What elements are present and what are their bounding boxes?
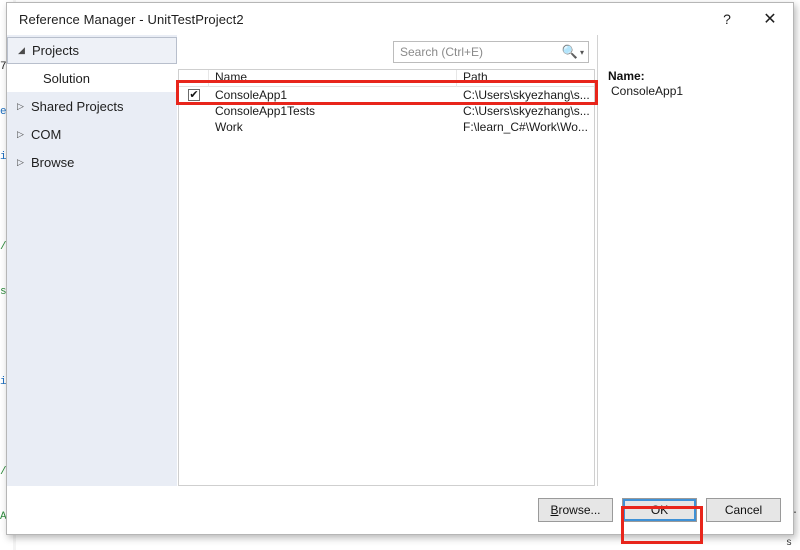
sidebar-item-label: Shared Projects <box>31 98 124 114</box>
detail-pane: Name: ConsoleApp1 <box>597 35 793 486</box>
chevron-right-icon: ▷ <box>17 128 24 139</box>
table-row[interactable]: ✔ ConsoleApp1 C:\Users\skyezhang\s... <box>179 87 594 103</box>
sidebar-item-projects[interactable]: ◢ Projects <box>7 37 177 64</box>
column-header-name[interactable]: Name <box>209 70 457 87</box>
row-name: Work <box>215 120 243 134</box>
sidebar-item-shared-projects[interactable]: ▷ Shared Projects <box>7 92 177 120</box>
reference-manager-dialog: Reference Manager - UnitTestProject2 ? ✕… <box>6 2 794 535</box>
search-placeholder: Search (Ctrl+E) <box>400 45 484 59</box>
sidebar-item-label: COM <box>31 126 62 142</box>
row-name: ConsoleApp1Tests <box>215 104 316 118</box>
checkbox-unchecked[interactable] <box>188 121 200 133</box>
table-row[interactable]: Work F:\learn_C#\Work\Wo... <box>179 119 594 135</box>
row-path: F:\learn_C#\Work\Wo... <box>463 120 588 134</box>
row-path: C:\Users\skyezhang\s... <box>463 104 590 118</box>
column-header-path[interactable]: Path <box>457 70 594 84</box>
chevron-down-icon[interactable]: ▾ <box>580 48 584 57</box>
browse-button[interactable]: Browse... <box>538 498 613 522</box>
sidebar-item-label: Solution <box>43 70 90 86</box>
sidebar-item-solution[interactable]: Solution <box>7 64 177 92</box>
search-row: Search (Ctrl+E) 🔍 ▾ <box>178 35 597 69</box>
sidebar-item-label: Browse <box>31 154 75 170</box>
row-checkbox-cell[interactable] <box>179 121 209 133</box>
ok-button[interactable]: OK <box>622 498 697 522</box>
projects-list: Name Path ✔ ConsoleApp1 C:\Users\skyezha… <box>178 69 595 486</box>
category-sidebar: ◢ Projects Solution ▷ Shared Projects ▷ … <box>7 35 177 486</box>
close-icon[interactable]: ✕ <box>747 4 793 34</box>
browse-button-label: Browse... <box>550 503 601 517</box>
help-icon[interactable]: ? <box>707 4 747 34</box>
dialog-footer: Browse... OK Cancel <box>7 486 793 534</box>
search-icon[interactable]: 🔍 <box>562 44 578 60</box>
cancel-button-label: Cancel <box>724 503 763 517</box>
checkbox-checked[interactable]: ✔ <box>188 89 200 101</box>
detail-name-value: ConsoleApp1 <box>611 84 684 98</box>
row-name: ConsoleApp1 <box>215 88 288 102</box>
sidebar-item-label: Projects <box>32 43 79 58</box>
cancel-button[interactable]: Cancel <box>706 498 781 522</box>
ok-button-label: OK <box>650 503 669 517</box>
sidebar-item-com[interactable]: ▷ COM <box>7 120 177 148</box>
chevron-down-icon: ◢ <box>18 45 25 55</box>
column-header-check[interactable] <box>179 70 209 87</box>
checkbox-unchecked[interactable] <box>188 105 200 117</box>
search-input[interactable]: Search (Ctrl+E) 🔍 ▾ <box>393 41 589 63</box>
table-row[interactable]: ConsoleApp1Tests C:\Users\skyezhang\s... <box>179 103 594 119</box>
dialog-title: Reference Manager - UnitTestProject2 <box>19 11 244 27</box>
dialog-body: ◢ Projects Solution ▷ Shared Projects ▷ … <box>7 35 793 486</box>
detail-name-label: Name: <box>608 69 645 83</box>
list-rows: ✔ ConsoleApp1 C:\Users\skyezhang\s... Co… <box>179 87 594 485</box>
row-checkbox-cell[interactable] <box>179 105 209 117</box>
row-checkbox-cell[interactable]: ✔ <box>179 89 209 101</box>
list-column-headers: Name Path <box>179 70 594 87</box>
dialog-titlebar: Reference Manager - UnitTestProject2 ? ✕ <box>7 3 793 35</box>
chevron-right-icon: ▷ <box>17 100 24 111</box>
sidebar-item-browse[interactable]: ▷ Browse <box>7 148 177 176</box>
chevron-right-icon: ▷ <box>17 156 24 167</box>
row-path: C:\Users\skyezhang\s... <box>463 88 590 102</box>
reference-list-panel: Search (Ctrl+E) 🔍 ▾ Name Path ✔ ConsoleA… <box>177 35 597 486</box>
